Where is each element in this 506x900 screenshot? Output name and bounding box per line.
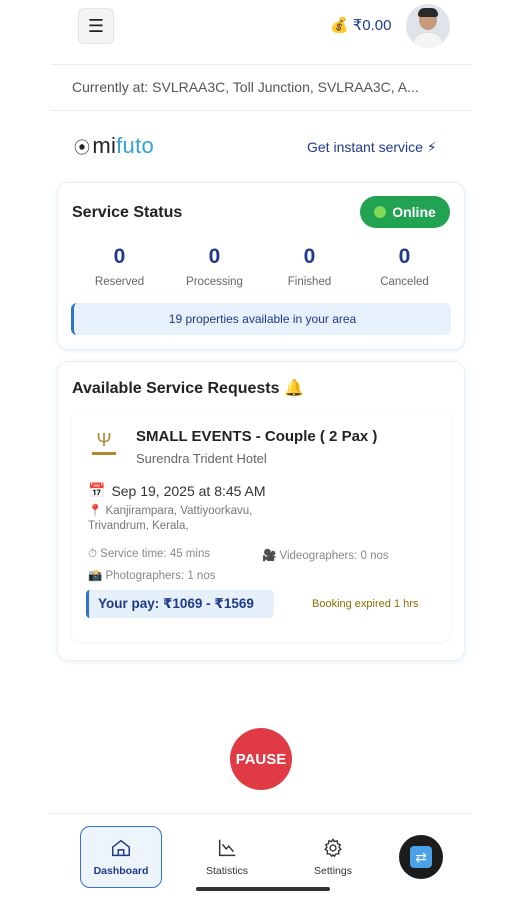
stat-label: Canceled [380, 276, 429, 288]
nav-divider [50, 813, 472, 814]
hotel-name: Surendra Trident Hotel [136, 451, 267, 466]
balance-amount: ₹0.00 [352, 17, 392, 34]
address-line-2: Trivandrum, Kerala, [88, 520, 189, 532]
stat-label: Finished [287, 276, 332, 288]
switch-icon: ⇄ [410, 846, 432, 868]
calendar-icon: 📅 [88, 482, 106, 498]
event-address: 📍 Kanjirampara, Vattiyoorkavu, Trivandru… [88, 504, 252, 534]
stat-canceled[interactable]: 0 Canceled [357, 245, 452, 288]
stat-label: Processing [186, 276, 243, 288]
service-status-card: Service Status Online 0 Reserved 0 Proce… [58, 183, 464, 349]
videographers-count: 🎥 Videographers: 0 nos [262, 550, 389, 562]
service-requests-card: Available Service Requests 🔔 Ψ SMALL EVE… [58, 362, 464, 660]
online-toggle[interactable]: Online [360, 196, 450, 228]
home-indicator [196, 887, 330, 891]
request-item[interactable]: Ψ SMALL EVENTS - Couple ( 2 Pax ) Surend… [72, 412, 450, 642]
online-label: Online [392, 204, 436, 220]
money-bag-icon: 💰 [330, 17, 349, 34]
current-location[interactable]: Currently at: SVLRAA3C, Toll Junction, S… [72, 79, 419, 95]
stat-value: 0 [208, 245, 221, 268]
gear-icon [324, 837, 342, 858]
instant-service-link[interactable]: Get instant service ⚡ [307, 139, 437, 156]
pay-range: Your pay: ₹1069 - ₹1569 [86, 590, 274, 618]
stat-reserved[interactable]: 0 Reserved [72, 245, 167, 288]
status-stats: 0 Reserved 0 Processing 0 Finished 0 Can… [72, 245, 452, 288]
home-icon [112, 839, 130, 857]
tab-dashboard-label: Dashboard [93, 865, 149, 877]
map-pin-icon: 📍 [88, 505, 103, 517]
mifuto-logo: ⦿ mi futo [74, 133, 154, 159]
event-date: 📅 Sep 19, 2025 at 8:45 AM [88, 482, 266, 499]
booking-expiry: Booking expired 1 hrs [312, 598, 419, 610]
pause-button[interactable]: PAUSE [230, 728, 292, 790]
hotel-logo: Ψ [90, 430, 118, 460]
switch-account-button[interactable]: ⇄ [399, 835, 443, 879]
logo-futo: futo [116, 133, 155, 158]
logo-mi: mi [92, 133, 117, 158]
stat-label: Reserved [94, 276, 145, 288]
location-divider [50, 110, 472, 111]
stat-processing[interactable]: 0 Processing [167, 245, 262, 288]
stat-value: 0 [303, 245, 316, 268]
address-line-1: Kanjirampara, Vattiyoorkavu, [105, 505, 253, 517]
stat-finished[interactable]: 0 Finished [262, 245, 357, 288]
requests-title: Available Service Requests 🔔 [72, 380, 304, 397]
service-time: ⏱ Service time: 45 mins [88, 548, 211, 560]
stat-value: 0 [113, 245, 126, 268]
chart-icon [218, 839, 236, 857]
location-pin-icon: ⦿ [74, 140, 91, 157]
avatar[interactable] [406, 4, 450, 48]
tab-settings[interactable]: Settings [292, 826, 374, 888]
tab-dashboard[interactable]: Dashboard [80, 826, 162, 888]
online-dot-icon [374, 206, 387, 218]
stat-value: 0 [398, 245, 411, 268]
header-divider [50, 64, 472, 65]
trident-icon: Ψ [96, 430, 112, 450]
hamburger-icon: ☰ [87, 15, 105, 36]
tab-settings-label: Settings [314, 865, 352, 877]
event-date-text: Sep 19, 2025 at 8:45 AM [111, 482, 266, 499]
wallet-balance[interactable]: 💰 ₹0.00 [330, 16, 391, 34]
tab-statistics[interactable]: Statistics [186, 826, 268, 888]
tab-statistics-label: Statistics [205, 865, 248, 877]
event-title: SMALL EVENTS - Couple ( 2 Pax ) [136, 428, 378, 445]
menu-button[interactable]: ☰ [78, 8, 114, 44]
photographers-count: 📸 Photographers: 1 nos [88, 570, 216, 582]
properties-banner[interactable]: 19 properties available in your area [71, 303, 451, 335]
service-status-title: Service Status [72, 204, 183, 221]
